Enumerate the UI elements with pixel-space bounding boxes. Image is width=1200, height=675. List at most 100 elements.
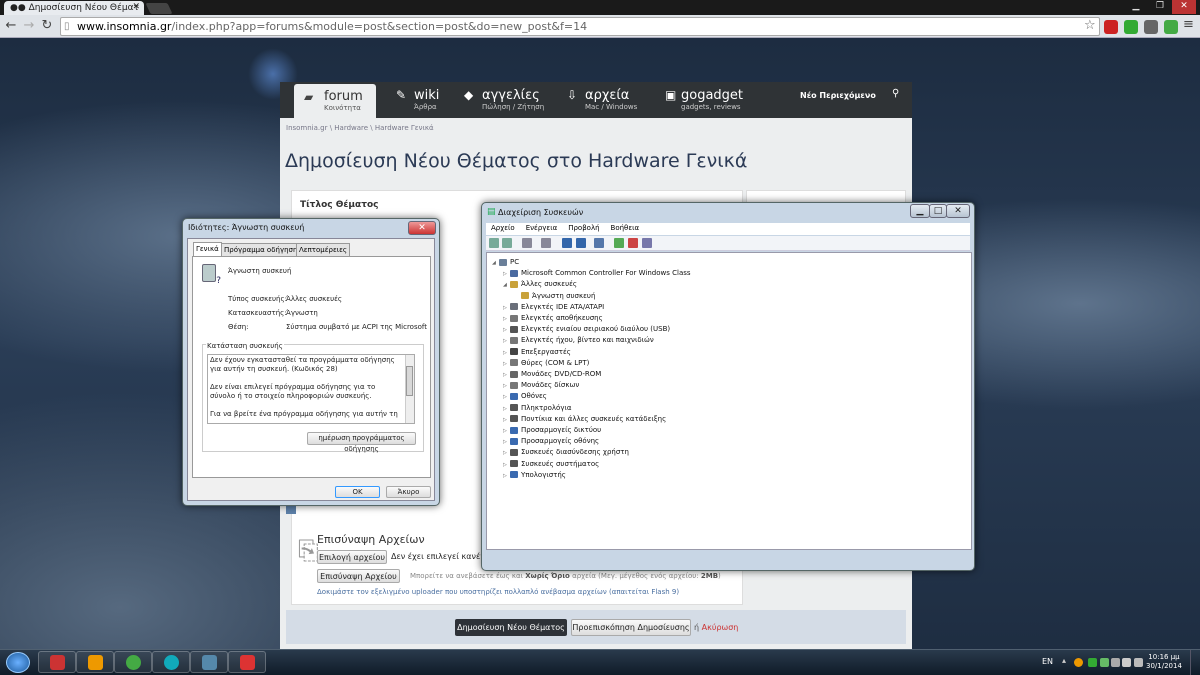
expand-arrow-icon[interactable]: ▷ <box>503 370 510 380</box>
tree-item[interactable]: ▷ Πληκτρολόγια <box>503 403 571 414</box>
forward-icon[interactable] <box>502 238 512 248</box>
nav-tab-gogadget[interactable]: ▣ gogadget gadgets, reviews <box>665 82 755 118</box>
tree-item[interactable]: ▷ Συσκευές διασύνδεσης χρήστη <box>503 447 629 458</box>
cancel-link[interactable]: Ακύρωση <box>702 623 739 632</box>
dialog-close-button[interactable]: ✕ <box>408 221 436 235</box>
dm-close-button[interactable]: ✕ <box>946 204 970 218</box>
tree-item[interactable]: ▷ Θύρες (COM & LPT) <box>503 358 589 369</box>
new-tab-button[interactable] <box>145 3 173 14</box>
language-indicator[interactable]: EN <box>1042 657 1053 666</box>
close-window-button[interactable]: ✕ <box>1172 0 1196 14</box>
extension-icon[interactable] <box>1124 20 1138 34</box>
new-content-link[interactable]: Νέο Περιεχόμενο <box>800 91 876 100</box>
volume-icon[interactable] <box>1122 658 1131 667</box>
tab-general[interactable]: Γενικά <box>193 242 222 256</box>
expand-arrow-icon[interactable]: ▷ <box>503 269 510 279</box>
choose-file-button[interactable]: Επιλογή αρχείου <box>317 550 387 564</box>
expand-arrow-icon[interactable]: ▷ <box>503 336 510 346</box>
tree-item[interactable]: Άγνωστη συσκευή <box>514 291 595 301</box>
device-status-text[interactable]: Δεν έχουν εγκατασταθεί τα προγράμματα οδ… <box>207 354 415 424</box>
nav-tab-wiki[interactable]: ✎ wiki Άρθρα <box>396 82 456 118</box>
browser-tab[interactable]: ●● Δημοσίευση Νέου Θέματ ✕ <box>4 1 144 15</box>
start-button[interactable] <box>6 652 30 673</box>
expand-arrow-icon[interactable]: ▷ <box>503 303 510 313</box>
tree-item[interactable]: ▷ Microsoft Common Controller For Windows… <box>503 268 691 279</box>
tray-app-icon[interactable] <box>1074 658 1083 667</box>
tree-item[interactable]: ▷ Ελεγκτές IDE ATA/ATAPI <box>503 302 604 313</box>
expand-arrow-icon[interactable]: ◢ <box>503 280 510 290</box>
ok-button[interactable]: OK <box>335 486 380 498</box>
submit-topic-button[interactable]: Δημοσίευση Νέου Θέματος <box>455 619 567 636</box>
flash-uploader-link[interactable]: Δοκιμάστε τον εξελιγμένο uploader που υπ… <box>317 588 679 596</box>
expand-arrow-icon[interactable]: ◢ <box>492 258 499 268</box>
extension-icon[interactable] <box>1144 20 1158 34</box>
expand-arrow-icon[interactable]: ▷ <box>503 348 510 358</box>
cancel-button[interactable]: Άκυρο <box>386 486 431 498</box>
upload-attachment-button[interactable]: Επισύναψη Αρχείου <box>317 569 400 583</box>
tree-item[interactable]: ▷ Ελεγκτές ήχου, βίντεο και παιχνιδιών <box>503 335 654 346</box>
extension-icon[interactable] <box>1104 20 1118 34</box>
tab-driver[interactable]: Πρόγραμμα οδήγησης <box>221 243 305 256</box>
tree-item[interactable]: ◢ PC <box>492 257 519 268</box>
action-center-icon[interactable] <box>1134 658 1143 667</box>
nav-tab-classifieds[interactable]: ◆ αγγελίες Πώληση / Ζήτηση <box>464 82 554 118</box>
menu-view[interactable]: Προβολή <box>568 224 599 232</box>
tray-app-icon[interactable] <box>1088 658 1097 667</box>
tree-item[interactable]: ◢ Άλλες συσκευές <box>503 279 577 290</box>
taskbar-clock[interactable]: 10:16 μμ 30/1/2014 <box>1146 653 1182 671</box>
show-desktop-button[interactable] <box>1190 650 1200 675</box>
maximize-button[interactable]: ❐ <box>1148 0 1172 14</box>
properties-icon[interactable] <box>522 238 532 248</box>
disable-icon[interactable] <box>642 238 652 248</box>
breadcrumb[interactable]: Insomnia.gr \ Hardware \ Hardware Γενικά <box>286 124 434 132</box>
nav-tab-files[interactable]: ⇩ αρχεία Mac / Windows <box>567 82 647 118</box>
dm-minimize-button[interactable]: ▁ <box>910 204 930 218</box>
expand-arrow-icon[interactable]: ▷ <box>503 448 510 458</box>
back-icon[interactable] <box>489 238 499 248</box>
taskbar-app-media[interactable] <box>38 651 76 673</box>
tree-item[interactable]: ▷ Προσαρμογείς οθόνης <box>503 436 599 447</box>
tree-item[interactable]: ▷ Συσκευές συστήματος <box>503 459 599 470</box>
tree-item[interactable]: ▷ Οθόνες <box>503 391 547 402</box>
menu-file[interactable]: Αρχείο <box>491 224 515 232</box>
expand-arrow-icon[interactable]: ▷ <box>503 325 510 335</box>
location-pin-icon[interactable]: ⚲ <box>892 88 899 99</box>
tab-details[interactable]: Λεπτομέρειες <box>296 243 351 256</box>
scan-hardware-icon[interactable] <box>594 238 604 248</box>
tree-item[interactable]: ▷ Ελεγκτές αποθήκευσης <box>503 313 603 324</box>
help-icon[interactable] <box>562 238 572 248</box>
forward-arrow-icon[interactable]: → <box>22 17 36 35</box>
scrollbar-thumb[interactable] <box>406 366 413 396</box>
expand-arrow-icon[interactable]: ▷ <box>503 404 510 414</box>
update-driver-button[interactable]: ημέρωση προγράμματος οδήγησης <box>307 432 416 453</box>
taskbar-app-browser[interactable] <box>228 651 266 673</box>
tree-item[interactable]: ▷ Μονάδες δίσκων <box>503 380 579 391</box>
details-icon[interactable] <box>576 238 586 248</box>
preview-button[interactable]: Προεπισκόπηση Δημοσίευσης <box>571 619 691 636</box>
tab-close-icon[interactable]: ✕ <box>132 2 140 12</box>
extension-icon[interactable] <box>1164 20 1178 34</box>
menu-action[interactable]: Ενέργεια <box>526 224 557 232</box>
expand-arrow-icon[interactable]: ▷ <box>503 359 510 369</box>
tree-item[interactable]: ▷ Επεξεργαστές <box>503 347 571 358</box>
minimize-button[interactable]: ▁ <box>1124 0 1148 14</box>
nav-tab-forum[interactable]: ▰ forum Κοινότητα <box>294 84 376 118</box>
tree-item[interactable]: ▷ Υπολογιστής <box>503 470 566 481</box>
expand-arrow-icon[interactable]: ▷ <box>503 392 510 402</box>
taskbar-app-skype[interactable] <box>152 651 190 673</box>
network-icon[interactable] <box>1111 658 1120 667</box>
menu-icon[interactable]: ≡ <box>1183 17 1194 32</box>
bookmark-star-icon[interactable]: ☆ <box>1084 18 1096 33</box>
reload-icon[interactable]: ↻ <box>40 17 54 35</box>
tree-item[interactable]: ▷ Ποντίκια και άλλες συσκευές κατάδειξης <box>503 414 666 425</box>
update-driver-icon[interactable] <box>614 238 624 248</box>
menu-help[interactable]: Βοήθεια <box>611 224 640 232</box>
expand-arrow-icon[interactable]: ▷ <box>503 415 510 425</box>
expand-arrow-icon[interactable]: ▷ <box>503 471 510 481</box>
tree-item[interactable]: ▷ Ελεγκτές ενιαίου σειριακού διαύλου (USB… <box>503 324 670 335</box>
list-icon[interactable] <box>541 238 551 248</box>
expand-arrow-icon[interactable]: ▷ <box>503 437 510 447</box>
tree-item[interactable]: ▷ Προσαρμογείς δικτύου <box>503 425 601 436</box>
expand-arrow-icon[interactable]: ▷ <box>503 381 510 391</box>
uninstall-icon[interactable] <box>628 238 638 248</box>
